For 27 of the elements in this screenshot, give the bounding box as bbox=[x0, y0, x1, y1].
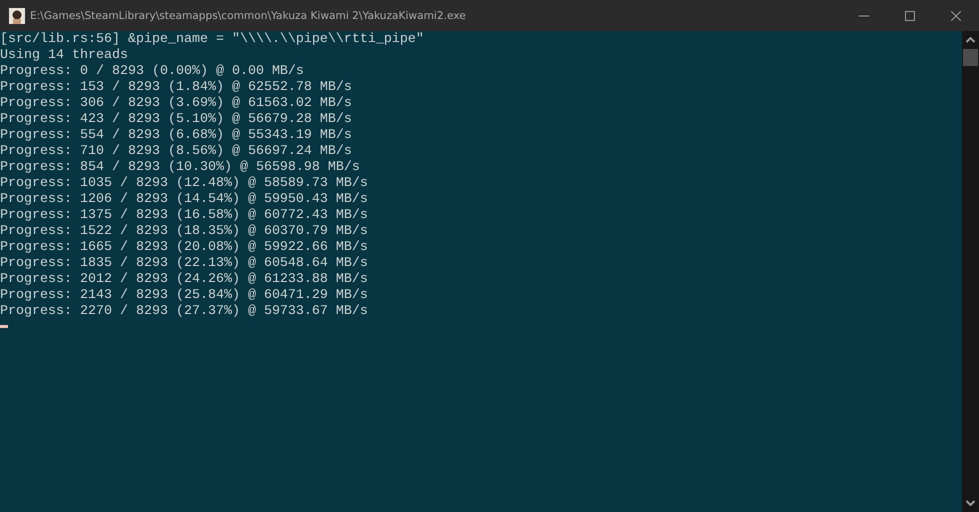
console-line: Progress: 2270 / 8293 (27.37%) @ 59733.67 MB/s bbox=[0, 304, 369, 320]
console-line: Progress: 1206 / 8293 (14.54%) @ 59950.43 MB/s bbox=[0, 192, 369, 208]
scrollbar[interactable] bbox=[962, 31, 979, 512]
console-line: Progress: 2143 / 8293 (25.84%) @ 60471.29 MB/s bbox=[0, 288, 369, 304]
window-title: E:\Games\SteamLibrary\steamapps\common\Yakuza Kiwami 2\YakuzaKiwami2.exe bbox=[30, 10, 466, 22]
scrollbar-thumb[interactable] bbox=[963, 49, 978, 66]
console-line: Progress: 710 / 8293 (8.56%) @ 56697.24 MB/s bbox=[0, 144, 353, 160]
console-line: Progress: 554 / 8293 (6.68%) @ 55343.19 MB/s bbox=[0, 128, 353, 144]
console-line: Progress: 1835 / 8293 (22.13%) @ 60548.64 MB/s bbox=[0, 256, 369, 272]
console-line: Progress: 153 / 8293 (1.84%) @ 62552.78 MB/s bbox=[0, 80, 353, 96]
console-line: Progress: 306 / 8293 (3.69%) @ 61563.02 MB/s bbox=[0, 96, 353, 112]
text-cursor bbox=[0, 324, 8, 328]
scroll-up-icon[interactable] bbox=[966, 37, 975, 43]
console-line: Using 14 threads bbox=[0, 48, 129, 64]
console-line: Progress: 854 / 8293 (10.30%) @ 56598.98 MB/s bbox=[0, 160, 361, 176]
console-line: Progress: 1522 / 8293 (18.35%) @ 60370.79 MB/s bbox=[0, 224, 369, 240]
console-line: Progress: 1375 / 8293 (16.58%) @ 60772.43 MB/s bbox=[0, 208, 369, 224]
console-line: Progress: 2012 / 8293 (24.26%) @ 61233.88 MB/s bbox=[0, 272, 369, 288]
console-line: Progress: 1035 / 8293 (12.48%) @ 58589.73 MB/s bbox=[0, 176, 369, 192]
console-line: Progress: 423 / 8293 (5.10%) @ 56679.28 MB/s bbox=[0, 112, 353, 128]
scroll-down-icon[interactable] bbox=[966, 500, 975, 506]
console-line: Progress: 0 / 8293 (0.00%) @ 0.00 MB/s bbox=[0, 64, 305, 80]
console-line: Progress: 1665 / 8293 (20.08%) @ 59922.66 MB/s bbox=[0, 240, 369, 256]
app-icon bbox=[9, 8, 25, 24]
console-line: [src/lib.rs:56] &pipe_name = "\\\\.\\pipe\\rtti_pipe" bbox=[0, 32, 425, 48]
close-icon bbox=[951, 10, 961, 20]
maximize-icon bbox=[905, 10, 915, 20]
